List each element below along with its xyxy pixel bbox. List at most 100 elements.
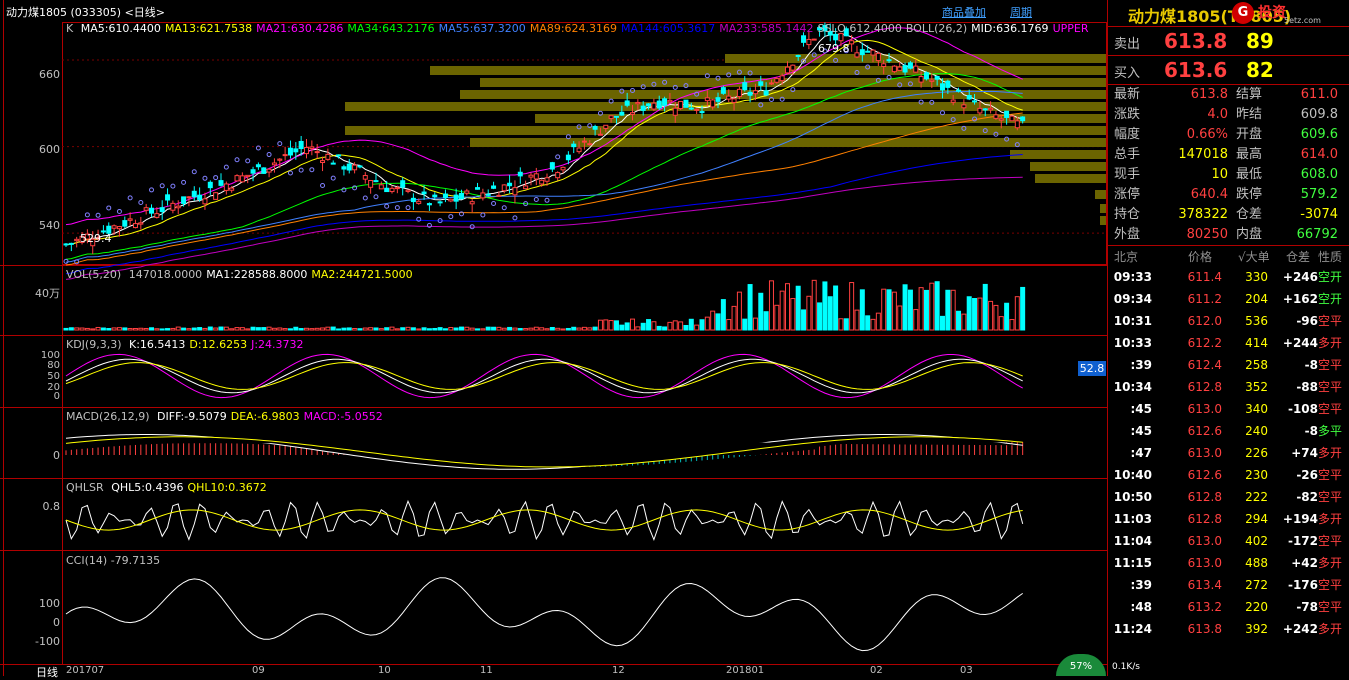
network-speed: 0.1K/s — [1112, 662, 1140, 672]
trade-row[interactable]: 10:34 612.8 352 -88 空平 — [1108, 376, 1349, 398]
trade-vol: 204 — [1245, 292, 1268, 306]
candle-body — [865, 50, 871, 53]
trade-row[interactable]: :45 613.0 340 -108 空平 — [1108, 398, 1349, 420]
cycle-button[interactable]: 周期 — [1010, 4, 1032, 20]
ma-indicator-value: MA21:630.4286 — [256, 22, 344, 35]
volume-bar — [565, 327, 571, 331]
kdj-ytick: 80 — [47, 360, 60, 371]
volume-bar — [1014, 296, 1020, 331]
candle-body — [956, 89, 962, 92]
volume-bar — [207, 326, 213, 331]
volume-bar — [720, 299, 726, 331]
candle-body — [758, 81, 764, 86]
volume-bar — [742, 318, 748, 331]
candle-body — [159, 207, 165, 213]
volume-bar — [817, 302, 823, 331]
candle-body — [656, 100, 662, 109]
trade-row[interactable]: 10:50 612.8 222 -82 空平 — [1108, 486, 1349, 508]
volume-bar — [838, 318, 844, 331]
volume-bar — [646, 319, 652, 331]
volume-bar — [993, 304, 999, 331]
candle-body — [646, 103, 652, 107]
volume-bar — [507, 326, 513, 331]
volume-profile-bar — [1035, 174, 1106, 183]
trade-row[interactable]: 10:40 612.6 230 -26 空平 — [1108, 464, 1349, 486]
x-axis-tick: 201707 — [66, 665, 105, 676]
trade-row[interactable]: :45 612.6 240 -8 多平 — [1108, 420, 1349, 442]
candle-body — [630, 112, 636, 115]
cci-label: CCI(14) — [66, 554, 108, 567]
ask-label: 卖出 — [1114, 37, 1141, 52]
macd-dea-line — [65, 436, 1023, 468]
volume-bar — [865, 315, 871, 331]
candle-body — [496, 194, 502, 197]
candle-body — [929, 79, 935, 82]
stat-label: 内盘 — [1236, 227, 1263, 242]
trade-price: 613.0 — [1187, 556, 1222, 570]
trade-row[interactable]: 11:24 613.8 392 +242 多开 — [1108, 618, 1349, 640]
volume-bar — [528, 327, 534, 331]
kdj-d-line — [65, 362, 1023, 390]
candle-body — [116, 226, 122, 230]
volume-bar — [811, 279, 817, 331]
candle-body — [683, 99, 689, 108]
trade-row[interactable]: :39 612.4 258 -8 空平 — [1108, 354, 1349, 376]
candle-body — [897, 66, 903, 71]
trade-row[interactable]: 11:04 613.0 402 -172 空平 — [1108, 530, 1349, 552]
stat-label: 跌停 — [1236, 187, 1263, 202]
trade-time: 11:04 — [1113, 534, 1152, 548]
ma-indicator-value: MA233:585.1442 — [719, 22, 814, 35]
trade-row[interactable]: :47 613.0 226 +74 多开 — [1108, 442, 1349, 464]
cci-ytick: 100 — [39, 597, 60, 610]
candle-body — [613, 115, 619, 118]
bid-price: 613.6 — [1164, 58, 1228, 82]
volume-bar — [218, 326, 224, 331]
candle-body — [341, 166, 347, 170]
vol-indicator-value: MA1:228588.8000 — [206, 268, 308, 281]
candle-body — [239, 175, 245, 183]
volume-bar — [939, 315, 945, 331]
chart-area[interactable]: K MA5:610.4400 MA13:621.7538 MA21:630.4286… — [0, 0, 1107, 679]
overlay-button[interactable]: 商品叠加 — [942, 4, 986, 20]
volume-bar — [127, 328, 133, 331]
trade-time: :39 — [1130, 578, 1153, 592]
cci-ytick: 0 — [53, 616, 60, 629]
trade-row[interactable]: :48 613.2 220 -78 空平 — [1108, 596, 1349, 618]
candle-body — [528, 174, 534, 178]
candle-body — [972, 100, 978, 103]
trade-vol: 222 — [1245, 490, 1268, 504]
trade-nature: 空平 — [1318, 358, 1343, 372]
volume-bar — [827, 296, 833, 331]
volume-bar — [170, 327, 176, 331]
trade-row[interactable]: 11:15 613.0 488 +42 多开 — [1108, 552, 1349, 574]
candle-body — [982, 108, 988, 111]
x-axis-tick: 201801 — [726, 665, 765, 676]
trades-list[interactable]: 09:33 611.4 330 +246 空开 09:34 611.2 204 +162 空开 10… — [1108, 266, 1349, 640]
instrument-name: 动力煤1805 (033305) — [6, 6, 122, 19]
brand-name: 投资 — [1258, 5, 1286, 21]
trade-nature: 多平 — [1318, 424, 1343, 438]
trade-row[interactable]: 10:31 612.0 536 -96 空平 — [1108, 310, 1349, 332]
volume-bar — [298, 328, 304, 331]
candle-body — [186, 196, 192, 199]
trade-row[interactable]: 11:03 612.8 294 +194 多开 — [1108, 508, 1349, 530]
trade-nature: 多开 — [1318, 336, 1343, 350]
trade-row[interactable]: 09:33 611.4 330 +246 空开 — [1108, 266, 1349, 288]
stat-label: 结算 — [1236, 87, 1263, 102]
qhlsr-values: QHL5:0.4396 QHL10:0.3672 — [107, 481, 267, 494]
volume-bar — [907, 289, 913, 331]
volume-bar — [394, 328, 400, 331]
trade-vol: 392 — [1245, 622, 1268, 636]
volume-bar — [84, 327, 90, 331]
volume-bar — [923, 289, 929, 331]
trade-oi: +246 — [1282, 270, 1318, 284]
trade-row[interactable]: 10:33 612.2 414 +244 多开 — [1108, 332, 1349, 354]
candle-body — [587, 143, 593, 146]
trade-row[interactable]: 09:34 611.2 204 +162 空开 — [1108, 288, 1349, 310]
sar-dot — [512, 215, 518, 221]
trade-row[interactable]: :39 613.4 272 -176 空平 — [1108, 574, 1349, 596]
volume-bar — [480, 328, 486, 331]
trades-location: 北京 — [1114, 250, 1139, 264]
candle-body — [854, 52, 860, 58]
trade-vol: 226 — [1245, 446, 1268, 460]
